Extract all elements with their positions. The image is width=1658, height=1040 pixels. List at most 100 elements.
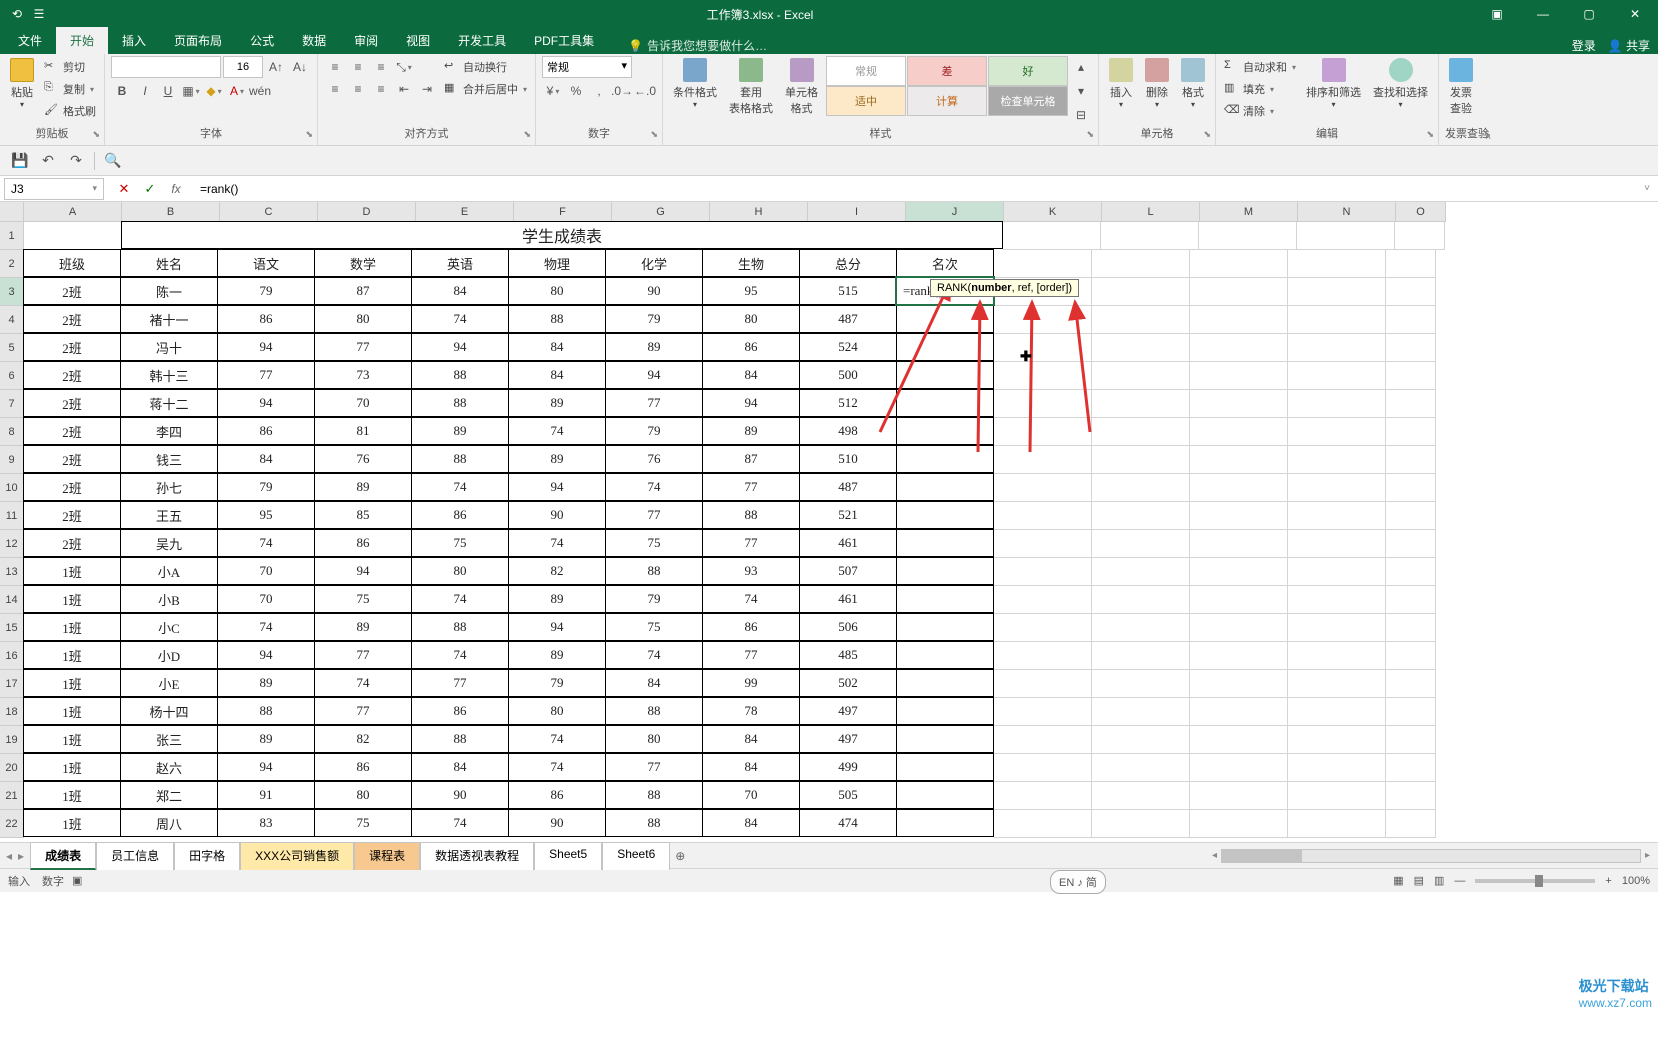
- cell[interactable]: 80: [508, 277, 606, 305]
- row-header-12[interactable]: 12: [0, 530, 24, 558]
- sheet-tab-田字格[interactable]: 田字格: [174, 842, 240, 870]
- col-header-C[interactable]: C: [220, 202, 318, 222]
- cell[interactable]: 89: [508, 585, 606, 613]
- col-header-J[interactable]: J: [906, 202, 1004, 222]
- cell[interactable]: [1092, 278, 1190, 306]
- cell[interactable]: [1386, 390, 1436, 418]
- cell[interactable]: 84: [702, 809, 800, 837]
- cell[interactable]: [1092, 642, 1190, 670]
- cell[interactable]: [1386, 642, 1436, 670]
- fx-button[interactable]: fx: [166, 179, 186, 199]
- cell[interactable]: [1092, 390, 1190, 418]
- cell[interactable]: [1190, 754, 1288, 782]
- cell[interactable]: [994, 670, 1092, 698]
- cell[interactable]: [994, 698, 1092, 726]
- cell[interactable]: 小B: [120, 585, 218, 613]
- cell[interactable]: [1288, 614, 1386, 642]
- cell[interactable]: 名次: [896, 249, 994, 277]
- cancel-formula-button[interactable]: ✕: [114, 179, 134, 199]
- cell[interactable]: 487: [799, 305, 897, 333]
- cell[interactable]: [1386, 558, 1436, 586]
- cell[interactable]: 500: [799, 361, 897, 389]
- cell[interactable]: 1班: [23, 753, 121, 781]
- cell[interactable]: [1190, 782, 1288, 810]
- cell[interactable]: [1386, 670, 1436, 698]
- cell[interactable]: 小C: [120, 613, 218, 641]
- bold-button[interactable]: B: [111, 80, 133, 102]
- cell[interactable]: [1386, 250, 1436, 278]
- cell[interactable]: 小E: [120, 669, 218, 697]
- cell[interactable]: 74: [508, 725, 606, 753]
- cell[interactable]: 502: [799, 669, 897, 697]
- cell[interactable]: 语文: [217, 249, 315, 277]
- cell[interactable]: 79: [217, 473, 315, 501]
- undo-button[interactable]: ↶: [38, 151, 58, 171]
- col-header-F[interactable]: F: [514, 202, 612, 222]
- cell[interactable]: 89: [314, 473, 412, 501]
- ime-indicator[interactable]: EN ♪ 简: [1050, 870, 1106, 894]
- row-header-10[interactable]: 10: [0, 474, 24, 502]
- hscroll-left[interactable]: ◂: [1212, 850, 1217, 861]
- cell[interactable]: [1288, 390, 1386, 418]
- cell[interactable]: [1092, 502, 1190, 530]
- cell[interactable]: [1386, 306, 1436, 334]
- cell[interactable]: [896, 473, 994, 501]
- italic-button[interactable]: I: [134, 80, 156, 102]
- cell[interactable]: 77: [702, 529, 800, 557]
- cell[interactable]: [1092, 698, 1190, 726]
- cell[interactable]: [1092, 726, 1190, 754]
- cell[interactable]: 89: [508, 641, 606, 669]
- cell[interactable]: 1班: [23, 641, 121, 669]
- row-header-22[interactable]: 22: [0, 810, 24, 838]
- cell[interactable]: [994, 474, 1092, 502]
- cell[interactable]: [896, 613, 994, 641]
- cell[interactable]: [994, 782, 1092, 810]
- cell[interactable]: 张三: [120, 725, 218, 753]
- sheet-tab-数据透视表教程[interactable]: 数据透视表教程: [420, 842, 534, 870]
- cell[interactable]: [1003, 222, 1101, 250]
- cell[interactable]: 2班: [23, 361, 121, 389]
- row-header-17[interactable]: 17: [0, 670, 24, 698]
- maximize-button[interactable]: ▢: [1566, 0, 1612, 28]
- cell[interactable]: 79: [605, 585, 703, 613]
- cell[interactable]: 512: [799, 389, 897, 417]
- cell[interactable]: 化学: [605, 249, 703, 277]
- cell[interactable]: [896, 529, 994, 557]
- cell[interactable]: [1288, 698, 1386, 726]
- cell[interactable]: 82: [508, 557, 606, 585]
- cell[interactable]: [1386, 754, 1436, 782]
- cell[interactable]: 1班: [23, 669, 121, 697]
- cut-button[interactable]: ✂剪切: [42, 56, 98, 78]
- row-header-14[interactable]: 14: [0, 586, 24, 614]
- print-preview-button[interactable]: 🔍: [103, 151, 123, 171]
- cell[interactable]: 84: [508, 361, 606, 389]
- style-check[interactable]: 检查单元格: [988, 86, 1068, 116]
- cell[interactable]: 79: [605, 305, 703, 333]
- cell[interactable]: [896, 641, 994, 669]
- cell[interactable]: [1288, 558, 1386, 586]
- row-header-21[interactable]: 21: [0, 782, 24, 810]
- cell[interactable]: 班级: [23, 249, 121, 277]
- cell[interactable]: 94: [508, 473, 606, 501]
- col-header-O[interactable]: O: [1396, 202, 1446, 222]
- cell[interactable]: 94: [508, 613, 606, 641]
- cell[interactable]: 89: [411, 417, 509, 445]
- cell[interactable]: 86: [314, 529, 412, 557]
- cell[interactable]: [1190, 530, 1288, 558]
- cell[interactable]: 英语: [411, 249, 509, 277]
- cell[interactable]: 90: [411, 781, 509, 809]
- delete-cells-button[interactable]: 删除▾: [1141, 56, 1173, 111]
- cell[interactable]: 2班: [23, 501, 121, 529]
- comma-button[interactable]: ,: [588, 80, 610, 102]
- cell[interactable]: 497: [799, 725, 897, 753]
- cell[interactable]: [994, 418, 1092, 446]
- cell[interactable]: 杨十四: [120, 697, 218, 725]
- cell[interactable]: 93: [702, 557, 800, 585]
- format-cells-button[interactable]: 格式▾: [1177, 56, 1209, 111]
- cell[interactable]: [994, 250, 1092, 278]
- cell[interactable]: [1386, 474, 1436, 502]
- ribbon-tab-页面布局[interactable]: 页面布局: [160, 27, 236, 54]
- phonetic-button[interactable]: wén: [249, 80, 271, 102]
- cell[interactable]: 515: [799, 277, 897, 305]
- cell[interactable]: 褚十一: [120, 305, 218, 333]
